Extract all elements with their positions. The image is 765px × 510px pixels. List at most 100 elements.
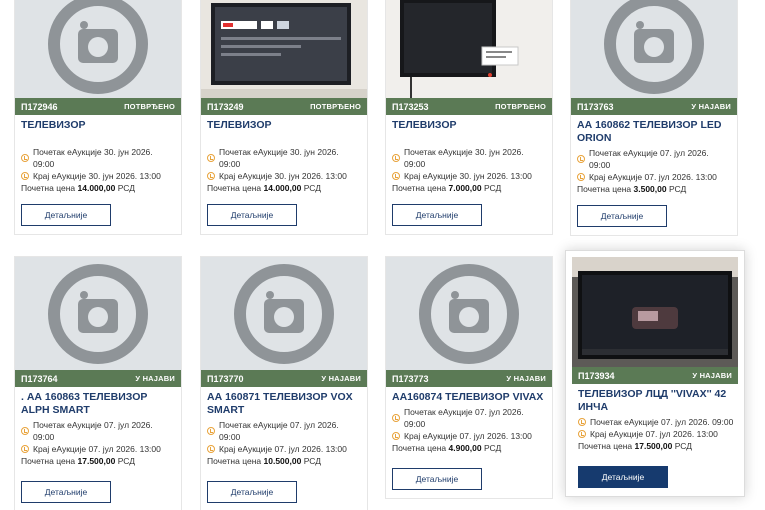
details-button[interactable]: Детаљније <box>21 481 111 503</box>
auction-card[interactable]: П173763 У НАЈАВИ АА 160862 ТЕЛЕВИЗОР LED… <box>570 0 738 236</box>
starting-price: Почетна цена 14.000,00 РСД <box>207 183 321 193</box>
clock-icon <box>207 445 215 453</box>
details-button[interactable]: Детаљније <box>577 205 667 227</box>
status-bar: П173253 ПОТВРЂЕНО <box>386 98 552 115</box>
tv-photo <box>201 0 367 98</box>
auction-end: Крај еАукције 30. јун 2026. 13:00 <box>21 170 175 182</box>
auction-code: П173253 <box>392 101 429 112</box>
auction-card[interactable]: П173764 У НАЈАВИ . АА 160863 ТЕЛЕВИЗОР A… <box>14 256 182 510</box>
auction-title[interactable]: АА 160862 ТЕЛЕВИЗОР LED ORION <box>577 119 731 145</box>
auction-end: Крај еАукције 07. јул 2026. 13:00 <box>577 171 731 183</box>
auction-title[interactable]: АА 160871 ТЕЛЕВИЗОР VOX SMART <box>207 391 361 417</box>
camera-icon <box>48 263 148 364</box>
status-badge: ПОТВРЂЕНО <box>124 102 175 111</box>
auction-title[interactable]: . АА 160863 ТЕЛЕВИЗОР ALPH SMART <box>21 391 175 417</box>
clock-icon <box>578 418 586 426</box>
starting-price: Почетна цена 10.500,00 РСД <box>207 456 321 466</box>
clock-icon <box>577 155 585 163</box>
auction-card[interactable]: П173773 У НАЈАВИ АА160874 ТЕЛЕВИЗОР VIVA… <box>385 256 553 499</box>
camera-placeholder-image <box>571 0 737 98</box>
status-bar: П173773 У НАЈАВИ <box>386 370 552 387</box>
status-badge: ПОТВРЂЕНО <box>495 102 546 111</box>
clock-icon <box>207 427 215 435</box>
auction-title[interactable]: ТЕЛЕВИЗОР <box>392 119 546 132</box>
auction-start: Почетак еАукције 07. јул 2026. 09:00 <box>392 406 546 430</box>
auction-code: П172946 <box>21 101 58 112</box>
auction-code: П173773 <box>392 373 429 384</box>
clock-icon <box>21 172 29 180</box>
auction-start: Почетак еАукције 30. јун 2026. 09:00 <box>207 146 361 170</box>
auction-end: Крај еАукције 07. јул 2026. 13:00 <box>392 430 546 442</box>
status-bar: П173764 У НАЈАВИ <box>15 370 181 387</box>
camera-placeholder-image <box>15 257 181 370</box>
status-badge: У НАЈАВИ <box>692 371 732 380</box>
clock-icon <box>577 173 585 181</box>
starting-price: Почетна цена 4.900,00 РСД <box>392 443 502 453</box>
auction-code: П173764 <box>21 373 58 384</box>
clock-icon <box>578 430 586 438</box>
starting-price: Почетна цена 17.500,00 РСД <box>21 456 135 466</box>
auction-start: Почетак еАукције 30. јун 2026. 09:00 <box>392 146 546 170</box>
camera-icon <box>234 263 334 364</box>
details-button[interactable]: Детаљније <box>207 204 297 226</box>
status-badge: У НАЈАВИ <box>321 374 361 383</box>
camera-icon <box>419 263 519 364</box>
clock-icon <box>392 414 400 422</box>
status-badge: У НАЈАВИ <box>691 102 731 111</box>
auction-end: Крај еАукције 07. јул 2026. 13:00 <box>207 443 361 455</box>
camera-placeholder-image <box>15 0 181 98</box>
clock-icon <box>21 154 29 162</box>
auction-code: П173249 <box>207 101 244 112</box>
auction-end: Крај еАукције 30. јун 2026. 13:00 <box>392 170 546 182</box>
status-bar: П172946 ПОТВРЂЕНО <box>15 98 181 115</box>
tv-photo-image <box>386 0 552 98</box>
details-button[interactable]: Детаљније <box>21 204 111 226</box>
details-button[interactable]: Детаљније <box>392 204 482 226</box>
auction-grid: П172946 ПОТВРЂЕНО ТЕЛЕВИЗОР Почетак еАук… <box>0 0 765 510</box>
status-bar: П173770 У НАЈАВИ <box>201 370 367 387</box>
status-badge: У НАЈАВИ <box>506 374 546 383</box>
status-bar: П173763 У НАЈАВИ <box>571 98 737 115</box>
camera-icon <box>48 0 148 94</box>
auction-card[interactable]: П173249 ПОТВРЂЕНО ТЕЛЕВИЗОР Почетак еАук… <box>200 0 368 235</box>
clock-icon <box>392 154 400 162</box>
auction-end: Крај еАукције 07. јул 2026. 13:00 <box>578 428 738 440</box>
tv-photo-image <box>201 0 367 98</box>
auction-card[interactable]: П173253 ПОТВРЂЕНО ТЕЛЕВИЗОР Почетак еАук… <box>385 0 553 235</box>
auction-code: П173770 <box>207 373 244 384</box>
auction-code: П173763 <box>577 101 614 112</box>
status-bar: П173934 У НАЈАВИ <box>572 367 738 384</box>
auction-title[interactable]: ТЕЛЕВИЗОР <box>21 119 175 132</box>
status-bar: П173249 ПОТВРЂЕНО <box>201 98 367 115</box>
clock-icon <box>21 427 29 435</box>
auction-card[interactable]: П173934 У НАЈАВИ ТЕЛЕВИЗОР ЛЦД ''VIVAX''… <box>565 250 745 497</box>
clock-icon <box>207 154 215 162</box>
clock-icon <box>207 172 215 180</box>
tv-photo-image <box>572 257 738 367</box>
auction-card[interactable]: П173770 У НАЈАВИ АА 160871 ТЕЛЕВИЗОР VOX… <box>200 256 368 510</box>
starting-price: Почетна цена 17.500,00 РСД <box>578 441 692 451</box>
auction-start: Почетак еАукције 07. јул 2026. 09:00 <box>207 419 361 443</box>
clock-icon <box>21 445 29 453</box>
auction-code: П173934 <box>578 370 615 381</box>
camera-placeholder-image <box>386 257 552 370</box>
camera-placeholder-image <box>201 257 367 370</box>
clock-icon <box>392 432 400 440</box>
auction-title[interactable]: ТЕЛЕВИЗОР <box>207 119 361 132</box>
details-button[interactable]: Детаљније <box>578 466 668 488</box>
auction-title[interactable]: ТЕЛЕВИЗОР ЛЦД ''VIVAX'' 42 ИНЧА <box>578 388 738 414</box>
starting-price: Почетна цена 14.000,00 РСД <box>21 183 135 193</box>
auction-start: Почетак еАукције 07. јул 2026. 09:00 <box>577 147 731 171</box>
camera-icon <box>604 0 704 94</box>
auction-start: Почетак еАукције 07. јул 2026. 09:00 <box>21 419 175 443</box>
auction-end: Крај еАукције 30. јун 2026. 13:00 <box>207 170 361 182</box>
auction-title[interactable]: АА160874 ТЕЛЕВИЗОР VIVAX <box>392 391 546 404</box>
details-button[interactable]: Детаљније <box>207 481 297 503</box>
starting-price: Почетна цена 7.000,00 РСД <box>392 183 502 193</box>
details-button[interactable]: Детаљније <box>392 468 482 490</box>
starting-price: Почетна цена 3.500,00 РСД <box>577 184 687 194</box>
auction-end: Крај еАукције 07. јул 2026. 13:00 <box>21 443 175 455</box>
auction-card[interactable]: П172946 ПОТВРЂЕНО ТЕЛЕВИЗОР Почетак еАук… <box>14 0 182 235</box>
clock-icon <box>392 172 400 180</box>
status-badge: ПОТВРЂЕНО <box>310 102 361 111</box>
